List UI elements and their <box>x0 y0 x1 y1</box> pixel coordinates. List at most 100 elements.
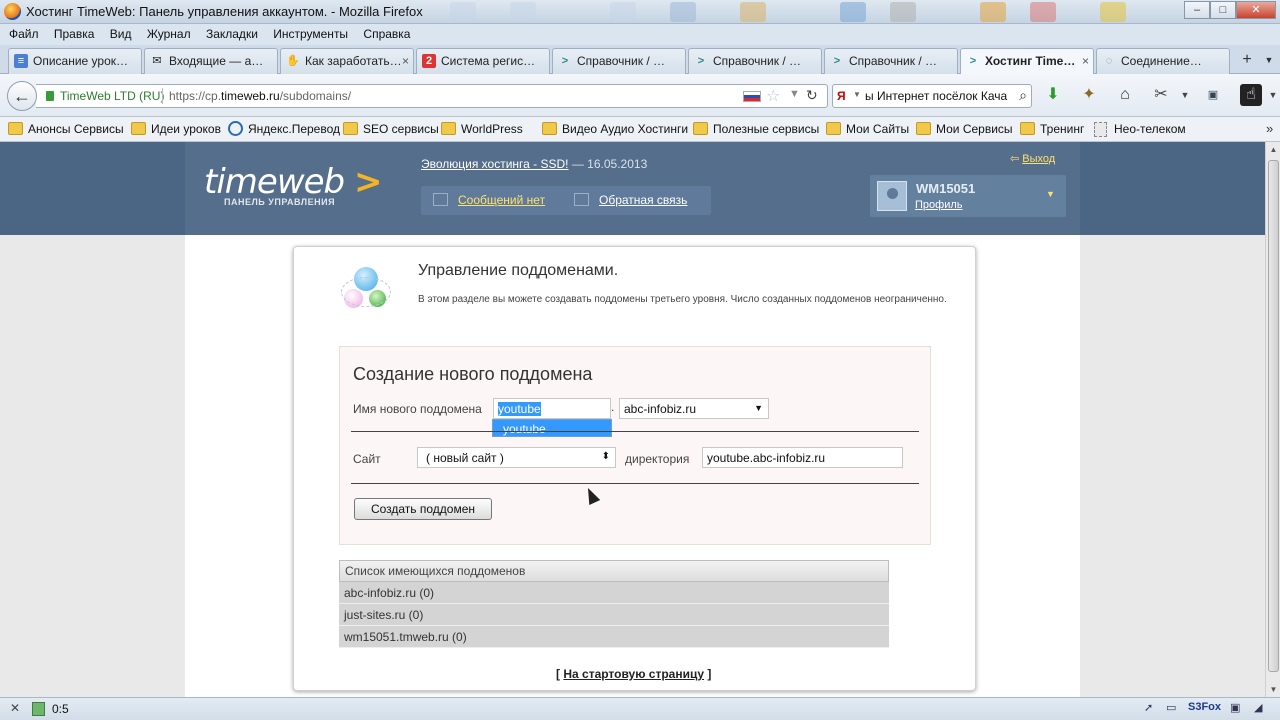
page-icon <box>1094 122 1107 137</box>
bookmark-item[interactable]: Видео Аудио Хостинги <box>542 122 688 137</box>
site-select[interactable]: ( новый сайт ) ⬍ <box>417 447 616 468</box>
tab-strip: ≡ Описание урок… ✉ Входящие — а… ✋ Как з… <box>0 45 1280 75</box>
navigation-bar: TimeWeb LTD (RU) https://cp.timeweb.ru/s… <box>0 74 1280 117</box>
autocomplete-suggestion[interactable]: youtube <box>492 419 612 437</box>
page-description: В этом разделе вы можете создавать поддо… <box>418 294 947 305</box>
tab-inbox[interactable]: ✉ Входящие — а… <box>144 48 278 74</box>
profile-link[interactable]: Профиль <box>915 199 963 211</box>
bookmark-item[interactable]: SEO сервисы <box>343 122 439 137</box>
tab-lesson-description[interactable]: ≡ Описание урок… <box>8 48 142 74</box>
tab-close-icon[interactable]: × <box>1082 49 1089 73</box>
tab-timeweb-hosting[interactable]: > Хостинг Time… × <box>960 48 1094 75</box>
envelope-icon <box>433 193 448 206</box>
search-input[interactable]: ы Интернет посёлок Кача <box>865 89 1010 103</box>
vertical-scrollbar[interactable]: ▲ ▼ <box>1265 142 1280 697</box>
tab-list-button[interactable]: ▼ <box>1262 49 1276 71</box>
scroll-up-icon[interactable]: ▲ <box>1267 142 1280 157</box>
tab-close-icon[interactable]: × <box>402 49 409 73</box>
list-item[interactable]: just-sites.ru (0) <box>339 604 889 626</box>
bookmarks-overflow-button[interactable]: » <box>1266 121 1273 136</box>
form-title: Создание нового поддомена <box>353 364 593 384</box>
create-subdomain-button[interactable]: Создать поддомен <box>354 498 492 520</box>
tab-reference-1[interactable]: > Справочник / … <box>552 48 686 74</box>
menu-file[interactable]: Файл <box>9 24 39 45</box>
web-page: timeweb > ПАНЕЛЬ УПРАВЛЕНИЯ Эволюция хос… <box>0 142 1265 697</box>
new-tab-button[interactable]: + <box>1236 49 1258 71</box>
star-icon[interactable]: ☆ <box>766 86 780 106</box>
messages-link[interactable]: Сообщений нет <box>458 193 545 207</box>
menu-help[interactable]: Справка <box>363 24 410 45</box>
cursor-icon[interactable]: ➚ <box>1144 701 1153 714</box>
menu-view[interactable]: Вид <box>110 24 132 45</box>
s3fox-icon[interactable]: S3Fox <box>1188 701 1221 713</box>
bookmark-item[interactable]: Нео-телеком <box>1094 122 1186 137</box>
subdomains-icon <box>341 267 391 313</box>
minimize-button[interactable]: – <box>1184 1 1210 19</box>
divider <box>351 483 919 484</box>
bookmark-item[interactable]: WorldPress <box>441 122 523 137</box>
reload-icon[interactable]: ↻ <box>806 87 818 104</box>
bookmark-label: Яндекс.Перевод <box>248 122 340 136</box>
tools-dropdown-icon[interactable]: ▼ <box>1174 84 1196 106</box>
resize-grip-icon[interactable]: ◢ <box>1254 701 1262 714</box>
scroll-down-icon[interactable]: ▼ <box>1267 682 1280 697</box>
list-item[interactable]: wm15051.tmweb.ru (0) <box>339 626 889 648</box>
list-item[interactable]: abc-infobiz.ru (0) <box>339 582 889 604</box>
tab-earn[interactable]: ✋ Как заработать… × <box>280 48 414 74</box>
pvd-icon[interactable]: ▣ <box>1202 84 1224 106</box>
url-text[interactable]: https://cp.timeweb.ru/subdomains/ <box>169 89 351 103</box>
search-icon[interactable]: ⌕ <box>1019 87 1027 104</box>
bookmark-item[interactable]: Идеи уроков <box>131 122 221 137</box>
folder-icon <box>343 122 358 135</box>
directory-input[interactable]: youtube.abc-infobiz.ru <box>702 447 903 468</box>
window-title: Хостинг TimeWeb: Панель управления аккау… <box>26 4 423 19</box>
bookmark-item[interactable]: Тренинг <box>1020 122 1084 137</box>
site-identity[interactable]: TimeWeb LTD (RU) <box>60 89 164 103</box>
search-engine-dropdown-icon[interactable]: ▼ <box>853 90 861 99</box>
download-icon[interactable]: ⬇ <box>1042 84 1064 106</box>
maximize-button[interactable]: □ <box>1210 1 1236 19</box>
user-menu-dropdown-icon[interactable]: ▼ <box>1046 189 1055 199</box>
timeweb-logo[interactable]: timeweb > <box>204 162 382 202</box>
url-bar[interactable]: TimeWeb LTD (RU) https://cp.timeweb.ru/s… <box>36 84 828 108</box>
bookmark-label: WorldPress <box>461 122 523 136</box>
menu-bar: Файл Правка Вид Журнал Закладки Инструме… <box>0 24 1280 45</box>
folder-icon <box>916 122 931 135</box>
logout-link[interactable]: Выход <box>1022 153 1055 165</box>
menu-bookmarks[interactable]: Закладки <box>206 24 258 45</box>
history-dropdown-icon[interactable]: ▼ <box>789 88 800 100</box>
menu-history[interactable]: Журнал <box>147 24 191 45</box>
subdomain-name-input[interactable]: youtube <box>493 398 611 419</box>
search-bar[interactable]: Я ▼ ы Интернет посёлок Кача ⌕ <box>832 84 1032 108</box>
bookmark-item[interactable]: Полезные сервисы <box>693 122 819 137</box>
news-link[interactable]: Эволюция хостинга - SSD! <box>421 157 569 171</box>
chat-icon[interactable]: ▭ <box>1166 701 1176 714</box>
tab-connecting[interactable]: ◌ Соединение… <box>1096 48 1230 74</box>
yandex-icon[interactable]: Я <box>837 89 851 103</box>
home-link[interactable]: На стартовую страницу <box>563 667 704 681</box>
menu-edit[interactable]: Правка <box>54 24 95 45</box>
bookmark-item[interactable]: Мои Сервисы <box>916 122 1013 137</box>
menu-tools[interactable]: Инструменты <box>273 24 348 45</box>
bookmark-item[interactable]: Яндекс.Перевод <box>228 121 340 137</box>
tab-registration[interactable]: 2 Система регис… <box>416 48 550 74</box>
bookmark-item[interactable]: Анонсы Сервисы <box>8 122 124 137</box>
tools-icon[interactable]: ✂ <box>1150 84 1172 106</box>
back-button[interactable]: ← <box>7 81 37 111</box>
tab-reference-2[interactable]: > Справочник / … <box>688 48 822 74</box>
addon-icon[interactable]: ✦ <box>1078 84 1100 106</box>
domain-select[interactable]: abc-infobiz.ru ▼ <box>619 398 769 419</box>
close-window-button[interactable]: ✕ <box>1236 1 1276 19</box>
tab-label: Система регис… <box>441 54 536 68</box>
domain-select-value: abc-infobiz.ru <box>624 402 697 416</box>
pointer-icon[interactable]: ☝ <box>1240 84 1262 106</box>
close-icon[interactable]: ✕ <box>10 701 20 715</box>
scroll-thumb[interactable] <box>1268 160 1279 672</box>
header-tools: Сообщений нет Обратная связь <box>421 186 711 215</box>
bookmark-item[interactable]: Мои Сайты <box>826 122 909 137</box>
tab-reference-3[interactable]: > Справочник / … <box>824 48 958 74</box>
home-icon[interactable]: ⌂ <box>1114 84 1136 106</box>
menu-dropdown-icon[interactable]: ▼ <box>1262 84 1280 106</box>
feedback-link[interactable]: Обратная связь <box>599 193 687 207</box>
pvd-icon[interactable]: ▣ <box>1230 701 1240 714</box>
